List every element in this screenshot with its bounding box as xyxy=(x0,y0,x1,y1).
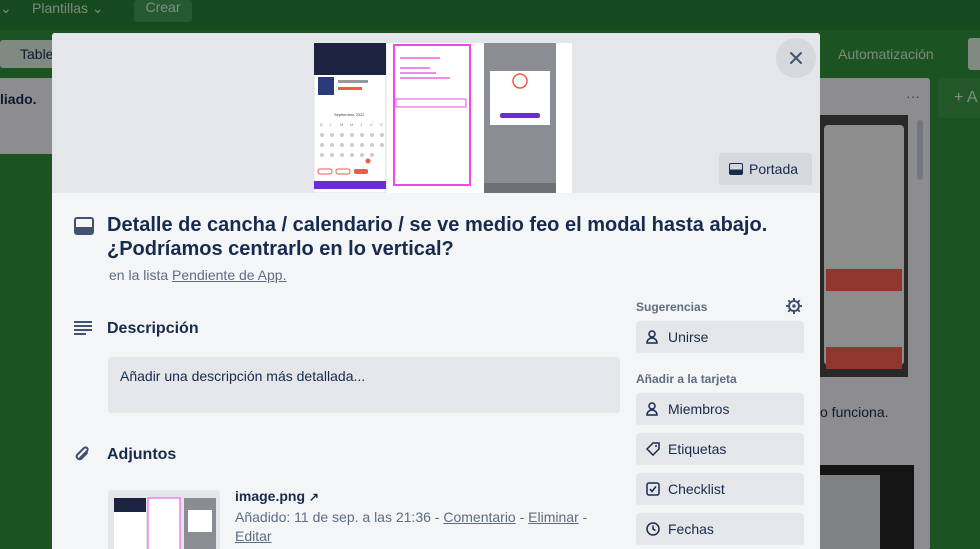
description-heading: Descripción xyxy=(107,320,199,337)
cover-button[interactable]: Portada xyxy=(719,153,812,185)
card-icon xyxy=(74,217,94,235)
close-button[interactable] xyxy=(776,38,816,78)
tag-icon xyxy=(646,442,660,456)
add-to-card-heading: Añadir a la tarjeta xyxy=(636,372,737,386)
in-list-prefix: en la lista xyxy=(109,267,169,283)
external-link-icon[interactable]: ↗ xyxy=(309,490,319,504)
cover-month-label: Septiembre 2022 xyxy=(334,112,365,117)
gear-icon[interactable] xyxy=(785,297,803,315)
checkbox-icon xyxy=(646,482,660,496)
checklist-label: Checklist xyxy=(668,481,725,497)
in-list-text: en la lista Pendiente de App. xyxy=(109,267,286,283)
clock-icon xyxy=(646,522,660,536)
join-label: Unirse xyxy=(668,329,709,345)
attachment-name[interactable]: image.png ↗ xyxy=(235,488,319,504)
cover-weekday-6: V xyxy=(370,122,373,127)
labels-button[interactable]: Etiquetas xyxy=(636,433,804,465)
attachments-heading: Adjuntos xyxy=(107,446,177,463)
separator: - xyxy=(434,509,440,525)
card-detail-modal: Septiembre 2022 D L M M J V S Portada De… xyxy=(52,33,820,549)
dates-label: Fechas xyxy=(668,521,714,537)
cover-icon xyxy=(729,163,743,175)
user-icon xyxy=(646,402,658,416)
members-button[interactable]: Miembros xyxy=(636,393,804,425)
cover-image: Septiembre 2022 D L M M J V S xyxy=(313,42,572,194)
cover-weekday-5: J xyxy=(360,122,362,127)
attachment-added: Añadido: 11 de sep. a las 21:36 xyxy=(235,509,431,525)
card-cover: Septiembre 2022 D L M M J V S Portada xyxy=(52,33,820,194)
labels-label: Etiquetas xyxy=(668,441,727,457)
join-button[interactable]: Unirse xyxy=(636,321,804,353)
attachment-edit-link[interactable]: Editar xyxy=(235,528,272,544)
attachment-delete-link[interactable]: Eliminar xyxy=(528,509,579,525)
cover-weekday-7: S xyxy=(380,122,383,127)
close-icon xyxy=(790,52,802,64)
attachment-comment-link[interactable]: Comentario xyxy=(443,509,515,525)
cover-weekday-1: D xyxy=(320,122,323,127)
separator: - xyxy=(519,509,525,525)
attachment-meta: Añadido: 11 de sep. a las 21:36 - Coment… xyxy=(235,508,615,546)
description-icon xyxy=(74,321,92,335)
cover-weekday-4: M xyxy=(350,122,353,127)
cover-weekday-3: M xyxy=(340,122,343,127)
separator: - xyxy=(582,509,588,525)
checklist-button[interactable]: Checklist xyxy=(636,473,804,505)
attachment-thumbnail[interactable] xyxy=(108,490,220,549)
user-icon xyxy=(646,330,658,344)
list-link[interactable]: Pendiente de App. xyxy=(172,267,286,283)
paperclip-icon xyxy=(75,446,89,461)
cover-button-label: Portada xyxy=(749,161,799,177)
attachment-name-label: image.png xyxy=(235,488,306,504)
members-label: Miembros xyxy=(668,401,730,417)
description-input[interactable]: Añadir una descripción más detallada... xyxy=(108,357,620,413)
dates-button[interactable]: Fechas xyxy=(636,513,804,545)
card-title[interactable]: Detalle de cancha / calendario / se ve m… xyxy=(107,213,797,261)
suggestions-heading: Sugerencias xyxy=(636,300,708,314)
